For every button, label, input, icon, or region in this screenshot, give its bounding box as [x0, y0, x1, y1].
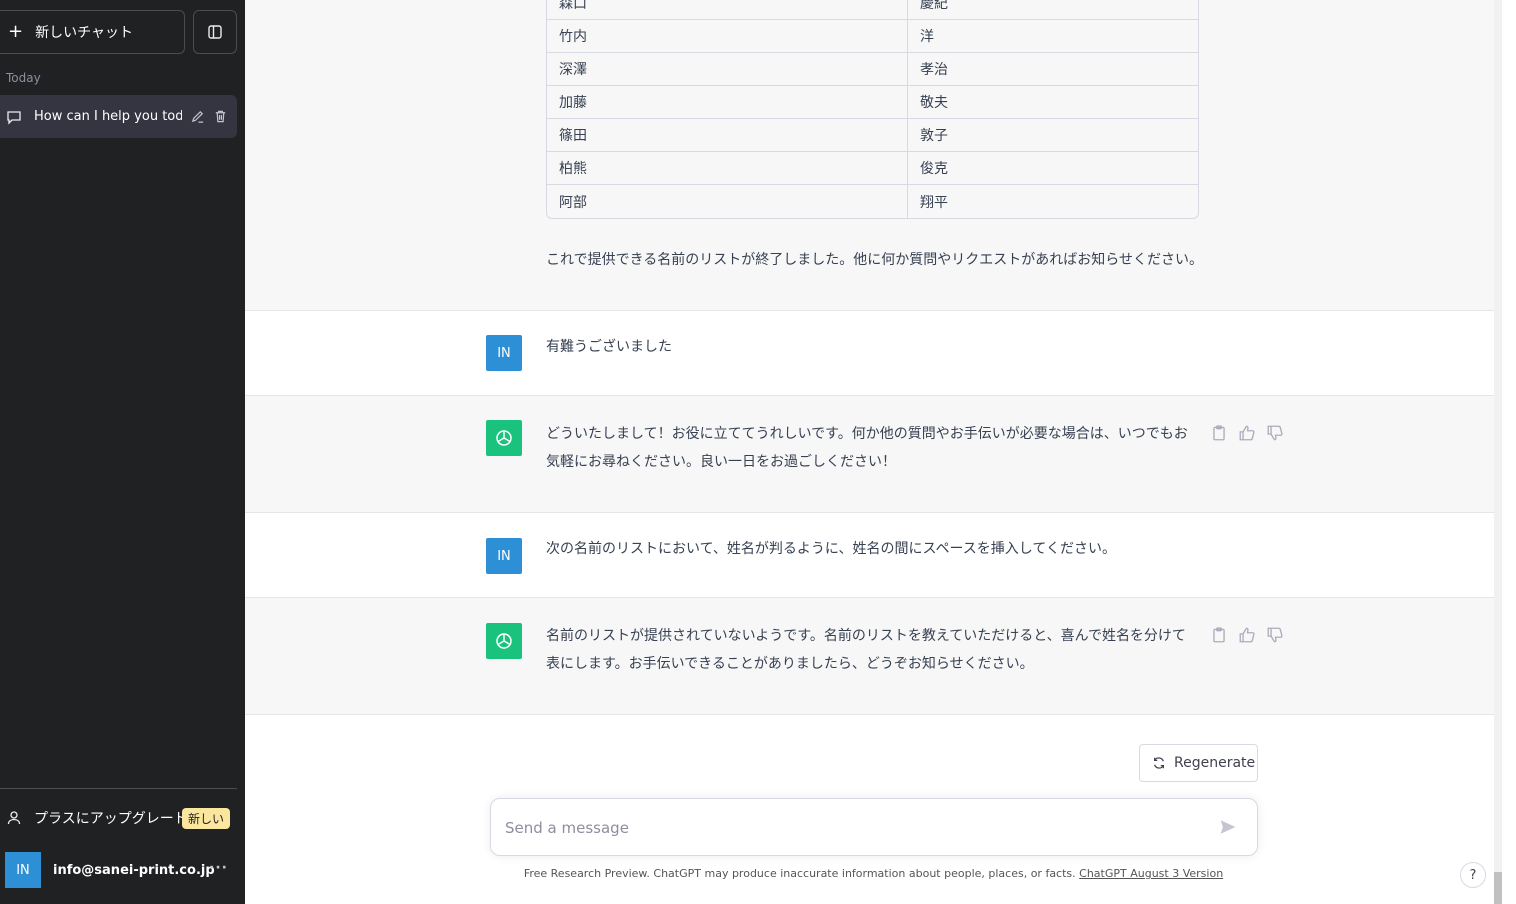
thumbs-down-icon[interactable]: [1266, 626, 1284, 644]
first-name-cell: 翔平: [920, 194, 948, 211]
edit-chat-button[interactable]: [190, 109, 205, 124]
send-button[interactable]: [1219, 818, 1237, 840]
delete-chat-button[interactable]: [213, 109, 228, 124]
last-name-cell: 阿部: [547, 185, 908, 218]
first-name-cell: 俊克: [908, 152, 1198, 185]
thumbs-up-icon[interactable]: [1238, 626, 1256, 644]
new-badge: 新しい: [182, 808, 231, 829]
table-row: 柏熊 俊克: [547, 152, 1198, 185]
name-table: 森口 慶紀 竹内洋深澤 孝治 加藤 敬夫 篠田 敦子 柏熊 俊克 阿部 翔平: [546, 0, 1199, 219]
version-link[interactable]: ChatGPT August 3 Version: [1079, 867, 1223, 880]
regenerate-button[interactable]: Regenerate: [1139, 744, 1258, 782]
assistant-message-text: これで提供できる名前のリストが終了しました。他に何か質問やリクエストがあればお知…: [546, 252, 1204, 268]
chat-bubble-icon: [7, 110, 21, 125]
last-name-cell: 加藤: [547, 86, 908, 119]
user-avatar: IN: [486, 335, 522, 371]
chat-title: How can I help you toda: [34, 109, 182, 124]
pencil-icon: [191, 110, 204, 123]
sidebar: + 新しいチャット Today How can I help you toda …: [0, 0, 245, 904]
sidebar-chat-item[interactable]: How can I help you toda: [0, 95, 237, 138]
footer-text: Free Research Preview. ChatGPT may produ…: [523, 867, 1080, 880]
message-actions: [1210, 424, 1284, 442]
first-name-cell: 孝治: [908, 53, 1198, 86]
assistant-message-3: 名前のリストが提供されていないようです。名前のリストを教えていただけると、喜んで…: [245, 598, 1494, 715]
new-chat-label: 新しいチャット: [35, 25, 133, 41]
last-name-cell: 篠田: [547, 119, 908, 152]
message-composer: [490, 798, 1258, 856]
first-name-cell: 慶紀: [908, 0, 1198, 20]
last-name-cell: 竹内: [547, 20, 908, 53]
assistant-message-1: 森口 慶紀 竹内洋深澤 孝治 加藤 敬夫 篠田 敦子 柏熊 俊克 阿部 翔平 これで提供できる名前のリ…: [245, 0, 1494, 311]
scrollbar[interactable]: [1494, 0, 1516, 904]
footer-disclaimer: Free Research Preview. ChatGPT may produ…: [245, 867, 1502, 880]
chatgpt-avatar: [486, 420, 522, 456]
new-chat-button[interactable]: + 新しいチャット: [0, 10, 185, 54]
first-name-cell: 敦子: [908, 119, 1198, 152]
openai-logo-icon: [496, 430, 512, 446]
plus-icon: +: [8, 21, 24, 42]
last-name-cell: 深澤: [547, 53, 908, 86]
assistant-message-text: 名前のリストが提供されていないようです。名前のリストを教えていただけると、喜んで…: [546, 628, 1186, 672]
more-options-icon[interactable]: ···: [209, 860, 228, 876]
last-name-cell: 森口: [547, 0, 908, 20]
table-row: 阿部 翔平: [547, 185, 1198, 218]
copy-icon[interactable]: [1210, 626, 1228, 644]
account-avatar: IN: [5, 852, 41, 888]
thumbs-up-icon[interactable]: [1238, 424, 1256, 442]
first-name-cell: 洋: [908, 20, 1198, 53]
scrollbar-thumb[interactable]: [1494, 872, 1502, 904]
help-button[interactable]: ?: [1460, 862, 1486, 888]
user-message-text: 有難うございました: [546, 339, 672, 355]
last-name-cell: 柏熊: [547, 152, 908, 185]
user-avatar: IN: [486, 538, 522, 574]
user-message-text: 次の名前のリストにおいて、姓名が判るように、姓名の間にスペースを挿入してください…: [546, 541, 1116, 557]
table-row: 深澤 孝治: [547, 53, 1198, 86]
table-row: 加藤 敬夫: [547, 86, 1198, 119]
trash-icon: [215, 110, 226, 123]
first-name-cell: 敬夫: [908, 86, 1198, 119]
account-menu[interactable]: IN info@sanei-print.co.jp ···: [0, 850, 237, 890]
user-message-2: IN 次の名前のリストにおいて、姓名が判るように、姓名の間にスペースを挿入してく…: [245, 513, 1494, 598]
thumbs-down-icon[interactable]: [1266, 424, 1284, 442]
send-icon: [1220, 820, 1236, 834]
sidebar-toggle-icon: [208, 25, 222, 39]
table-row: 篠田 敦子: [547, 119, 1198, 152]
user-icon: [7, 811, 21, 825]
assistant-message-text: どういたしまして！お役に立ててうれしいです。何か他の質問やお手伝いが必要な場合は…: [546, 426, 1188, 470]
regenerate-label: Regenerate: [1174, 755, 1256, 771]
account-email: info@sanei-print.co.jp: [53, 862, 215, 878]
chatgpt-avatar: [486, 623, 522, 659]
upgrade-plus-button[interactable]: プラスにアップグレード 新しい: [0, 800, 237, 836]
toggle-sidebar-button[interactable]: [193, 10, 237, 54]
openai-logo-icon: [496, 633, 512, 649]
message-input[interactable]: [505, 816, 1195, 840]
scrollbar-edge: [1502, 0, 1516, 904]
section-label-today: Today: [6, 71, 41, 85]
copy-icon[interactable]: [1210, 424, 1228, 442]
refresh-icon: [1154, 757, 1164, 769]
message-actions: [1210, 626, 1284, 644]
user-message-1: IN 有難うございました: [245, 311, 1494, 396]
table-row: 竹内洋: [547, 20, 1198, 53]
upgrade-label: プラスにアップグレード: [34, 811, 188, 827]
sidebar-divider: [0, 788, 237, 789]
chat-main: 森口 慶紀 竹内洋深澤 孝治 加藤 敬夫 篠田 敦子 柏熊 俊克 阿部 翔平 これで提供できる名前のリ…: [245, 0, 1502, 904]
assistant-message-2: どういたしまして！お役に立ててうれしいです。何か他の質問やお手伝いが必要な場合は…: [245, 396, 1494, 513]
table-row: 森口 慶紀: [547, 0, 1198, 20]
